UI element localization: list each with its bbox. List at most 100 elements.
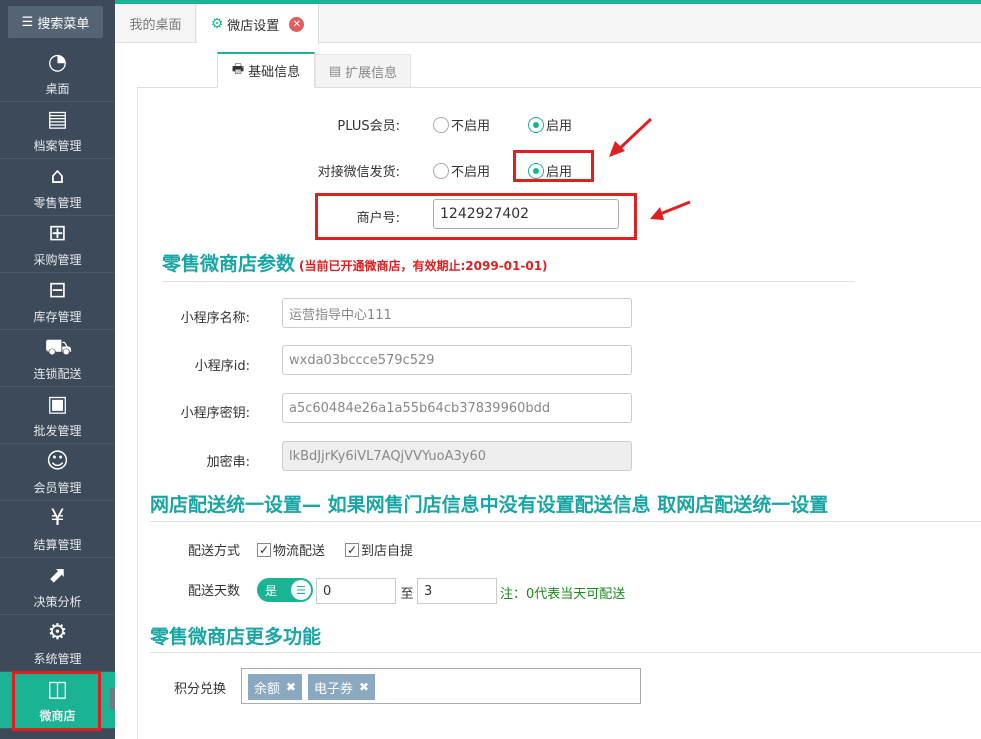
tab-shop-settings[interactable]: ⚙ 微店设置 ✕ bbox=[197, 4, 319, 44]
delivery-days-label: 配送天数 bbox=[187, 584, 240, 599]
annotation-highlight-box bbox=[12, 671, 101, 731]
wechat-ship-label: 对接微信发货: bbox=[317, 165, 400, 180]
sidebar: ☰ 搜索菜单 ◔ 桌面 ▤ 档案管理 ⌂ 零售管理 ⊞ 采购管理 ⊟ 库存管理 ⛟ 连锁配送 ▣ 批发管理… bbox=[0, 0, 115, 739]
annotation-highlight-box bbox=[513, 150, 594, 182]
plus-member-enable-radio[interactable]: 启用 bbox=[528, 115, 572, 134]
tab-label: 基础信息 bbox=[248, 65, 301, 80]
encrypt-key-label: 加密串: bbox=[206, 455, 250, 470]
checkbox-label: 到店自提 bbox=[361, 544, 414, 559]
app-secret-label: 小程序密钥: bbox=[180, 406, 250, 421]
radio-label: 启用 bbox=[546, 119, 573, 134]
sidebar-item-label: 批发管理 bbox=[33, 423, 82, 438]
section-title-text: 零售微商店参数 bbox=[162, 253, 296, 275]
divider bbox=[150, 521, 981, 522]
tag-label: 电子券 bbox=[314, 681, 354, 697]
plus-member-label: PLUS会员: bbox=[337, 119, 400, 134]
tab-basic-info[interactable]: 🖶 基础信息 bbox=[217, 52, 315, 88]
settings-icon: ⚙ bbox=[47, 619, 68, 645]
member-icon: ☺ bbox=[46, 448, 69, 474]
settlement-icon: ¥ bbox=[50, 505, 65, 531]
tag-label: 余额 bbox=[254, 681, 281, 697]
annotation-arrow-icon bbox=[609, 117, 653, 157]
delivery-days-toggle[interactable]: 是 ☰ bbox=[257, 578, 313, 602]
app-id-label: 小程序id: bbox=[194, 359, 250, 374]
sidebar-item-label: 档案管理 bbox=[33, 138, 82, 153]
sub-tab-bar: 🖶 基础信息 ▤ 扩展信息 bbox=[137, 52, 981, 88]
app-secret-input[interactable]: a5c60484e26a1a55b64cb37839960bdd bbox=[282, 393, 632, 423]
sidebar-item[interactable]: ◔ 桌面 bbox=[0, 45, 115, 102]
sidebar-item-label: 系统管理 bbox=[33, 651, 82, 666]
sidebar-item[interactable]: ⌂ 零售管理 bbox=[0, 159, 115, 216]
tab-label: 我的桌面 bbox=[129, 18, 182, 33]
pickup-checkbox[interactable]: ✓ 到店自提 bbox=[345, 540, 413, 559]
tab-my-desktop[interactable]: 我的桌面 bbox=[116, 4, 196, 43]
delivery-days-to-input[interactable]: 3 bbox=[417, 578, 497, 604]
sidebar-collapse-handle[interactable] bbox=[110, 688, 115, 710]
menu-search-icon: ☰ bbox=[21, 14, 34, 30]
to-label: 至 bbox=[400, 587, 414, 602]
app-name-input[interactable]: 运营指导中心111 bbox=[282, 298, 632, 328]
radio-dot bbox=[433, 162, 449, 179]
annotation-highlight-box bbox=[315, 193, 637, 240]
sidebar-item[interactable]: ⚙ 系统管理 bbox=[0, 615, 115, 672]
delivery-settings-title: 网店配送统一设置— 如果网售门店信息中没有设置配送信息 取网店配送统一设置 bbox=[150, 494, 829, 516]
purchase-icon: ⊞ bbox=[48, 220, 67, 246]
sidebar-item[interactable]: ⊟ 库存管理 bbox=[0, 273, 115, 330]
app-id-input[interactable]: wxda03bccce579c529 bbox=[282, 345, 632, 375]
points-exchange-label: 积分兑换 bbox=[173, 682, 226, 697]
app-name-label: 小程序名称: bbox=[180, 311, 250, 326]
sidebar-item-label: 连锁配送 bbox=[33, 366, 82, 381]
tag-balance: 余额 ✖ bbox=[248, 674, 303, 700]
points-exchange-tag-input[interactable]: 余额 ✖ 电子券 ✖ bbox=[241, 668, 641, 704]
divider bbox=[150, 652, 981, 653]
store-icon: ⌂ bbox=[50, 163, 65, 189]
dashboard-icon: ◔ bbox=[47, 49, 68, 75]
remove-tag-icon[interactable]: ✖ bbox=[286, 680, 296, 694]
sidebar-item[interactable]: ⛟ 连锁配送 bbox=[0, 330, 115, 387]
remove-tag-icon[interactable]: ✖ bbox=[359, 680, 369, 694]
sidebar-item-label: 零售管理 bbox=[33, 195, 82, 210]
delivery-days-from-input[interactable]: 0 bbox=[316, 578, 396, 604]
radio-dot bbox=[433, 116, 449, 133]
sidebar-item-label: 决策分析 bbox=[33, 594, 82, 609]
sidebar-item[interactable]: ▣ 批发管理 bbox=[0, 387, 115, 444]
radio-dot bbox=[528, 116, 544, 133]
sidebar-item[interactable]: ▤ 档案管理 bbox=[0, 102, 115, 159]
sidebar-item[interactable]: ☺ 会员管理 bbox=[0, 444, 115, 501]
toggle-label: 是 bbox=[265, 583, 278, 598]
wechat-ship-disable-radio[interactable]: 不启用 bbox=[433, 161, 490, 180]
validity-note: (当前已开通微商店，有效期止:2099-01-01) bbox=[299, 259, 548, 273]
sidebar-item-label: 会员管理 bbox=[33, 480, 82, 495]
printer-icon: 🖶 bbox=[231, 61, 245, 77]
logistics-checkbox[interactable]: ✓ 物流配送 bbox=[257, 540, 325, 559]
plus-member-disable-radio[interactable]: 不启用 bbox=[433, 115, 490, 134]
list-icon: ▤ bbox=[328, 63, 342, 79]
archive-icon: ▤ bbox=[47, 106, 68, 132]
annotation-arrow-icon bbox=[650, 200, 691, 220]
tag-e-coupon: 电子券 ✖ bbox=[308, 674, 376, 700]
sidebar-item[interactable]: ⊞ 采购管理 bbox=[0, 216, 115, 273]
tab-label: 微店设置 bbox=[227, 18, 280, 34]
sidebar-item[interactable]: ⬈ 决策分析 bbox=[0, 558, 115, 615]
encrypt-key-input: lkBdJjrKy6iVL7AQjVVYuoA3y60 bbox=[282, 441, 632, 471]
sidebar-item-label: 结算管理 bbox=[33, 537, 82, 552]
toggle-knob-icon: ☰ bbox=[291, 580, 311, 600]
radio-label: 不启用 bbox=[451, 119, 491, 134]
gear-icon: ⚙ bbox=[210, 16, 224, 32]
inventory-icon: ⊟ bbox=[48, 277, 67, 303]
sidebar-item[interactable]: ¥ 结算管理 bbox=[0, 501, 115, 558]
tab-label: 扩展信息 bbox=[345, 65, 398, 81]
sidebar-item-label: 桌面 bbox=[45, 81, 70, 96]
tab-extended-info[interactable]: ▤ 扩展信息 bbox=[315, 54, 411, 87]
divider bbox=[162, 281, 855, 282]
delivery-days-note: 注：0代表当天可配送 bbox=[500, 587, 626, 602]
wholesale-icon: ▣ bbox=[47, 391, 68, 417]
checkbox-label: 物流配送 bbox=[273, 544, 326, 559]
more-functions-title: 零售微商店更多功能 bbox=[150, 626, 322, 648]
radio-label: 不启用 bbox=[451, 165, 491, 180]
search-menu-button[interactable]: ☰ 搜索菜单 bbox=[8, 6, 103, 38]
close-icon[interactable]: ✕ bbox=[289, 16, 305, 32]
truck-icon: ⛟ bbox=[44, 334, 73, 360]
checkbox-check-icon: ✓ bbox=[345, 542, 359, 557]
search-menu-label: 搜索菜单 bbox=[37, 16, 90, 32]
